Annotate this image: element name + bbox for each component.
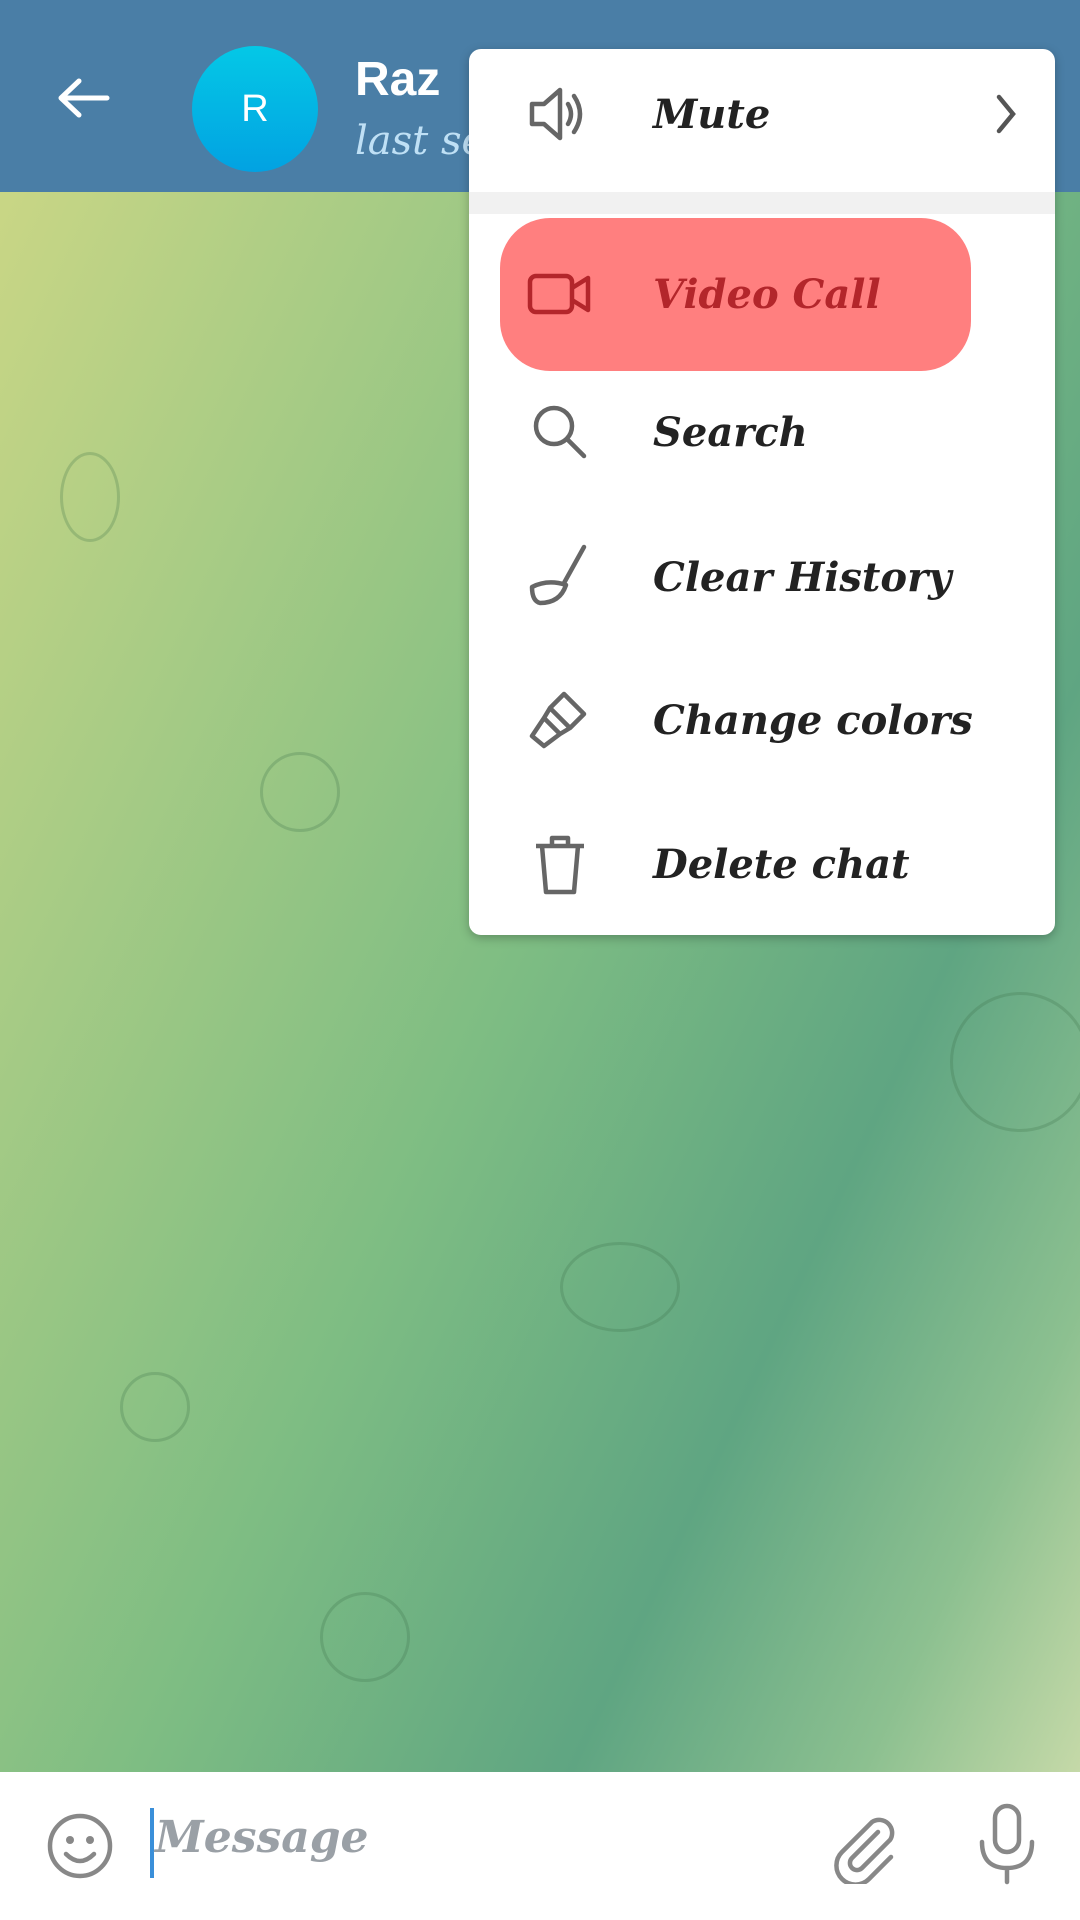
contact-status: last seen recently [355,118,475,164]
menu-item-label: Mute [653,90,771,138]
message-input-bar: Message [0,1772,1080,1920]
message-input[interactable]: Message [155,1812,369,1863]
menu-item-clear-history[interactable]: Clear History [469,512,1055,642]
menu-item-search[interactable]: Search [469,367,1055,497]
paperclip-icon[interactable] [826,1808,902,1884]
menu-item-label: Video Call [653,270,881,318]
menu-divider [469,192,1055,214]
video-camera-icon [527,273,591,315]
arrow-left-icon[interactable] [55,78,111,118]
broom-icon [529,544,587,606]
microphone-icon[interactable] [972,1802,1042,1886]
trash-icon [536,835,584,895]
menu-item-label: Clear History [653,553,952,601]
speaker-icon [529,87,583,141]
menu-item-label: Search [653,408,808,456]
avatar[interactable]: R [192,46,318,172]
menu-item-label: Delete chat [653,840,910,888]
paint-brush-icon [529,691,587,749]
menu-item-change-colors[interactable]: Change colors [469,655,1055,785]
search-icon [533,405,587,459]
contact-name[interactable]: Raz [355,52,440,107]
menu-item-video-call[interactable]: Video Call [469,229,1055,359]
chat-options-menu: Mute Video Call Search Clear History Cha… [469,49,1055,935]
menu-item-mute[interactable]: Mute [469,49,1055,179]
menu-item-label: Change colors [653,696,973,744]
text-caret [150,1808,154,1878]
chevron-right-icon [996,94,1016,134]
avatar-letter: R [241,87,269,130]
emoji-icon[interactable] [44,1810,116,1882]
menu-item-delete-chat[interactable]: Delete chat [469,799,1055,929]
